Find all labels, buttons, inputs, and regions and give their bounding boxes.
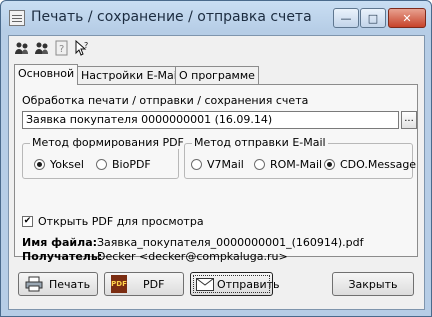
pdf-method-group: Метод формирования PDF Yoksel BioPDF (22, 136, 186, 179)
file-name-value: Заявка_покупателя_0000000001_(160914).pd… (97, 236, 364, 249)
radio-v7mail[interactable]: V7Mail (191, 158, 244, 171)
radio-biopdf-circle[interactable] (96, 159, 107, 170)
radio-biopdf[interactable]: BioPDF (96, 158, 151, 171)
pdf-method-title: Метод формирования PDF (30, 136, 186, 149)
send-button-label: Отправить (217, 277, 280, 291)
radio-rom-mail[interactable]: ROM-Mail (254, 158, 322, 171)
recipient-value: Decker <decker@compkaluga.ru> (97, 250, 288, 263)
radio-cdo-message-label: CDO.Message (340, 158, 417, 171)
pdf-button-label: PDF (143, 277, 165, 291)
tab-about[interactable]: О программе (175, 66, 259, 84)
close-button-label: Закрыть (348, 277, 398, 291)
svg-text:?: ? (84, 41, 88, 50)
print-button-label: Печать (49, 277, 91, 291)
radio-cdo-message-circle[interactable] (324, 159, 335, 170)
tab-main[interactable]: Основной (14, 64, 79, 85)
tab-email-settings[interactable]: Настройки E-Mail (77, 66, 184, 84)
svg-text:?: ? (59, 44, 64, 55)
open-pdf-label: Открыть PDF для просмотра (38, 215, 204, 228)
document-field[interactable]: Заявка покупателя 0000000001 (16.09.14) (22, 111, 399, 129)
radio-v7mail-label: V7Mail (207, 158, 244, 171)
printer-icon (25, 276, 43, 292)
envelope-icon (196, 277, 214, 291)
print-button[interactable]: Печать (18, 272, 98, 296)
open-pdf-checkbox[interactable]: ✔ Открыть PDF для просмотра (22, 215, 204, 228)
file-name-label: Имя файла: (22, 236, 98, 249)
email-method-group: Метод отправки E-Mail V7Mail ROM-Mail CD… (184, 136, 416, 179)
client-area: ? ? Основной Настройки E-Mail О программ… (8, 35, 425, 310)
close-window-button[interactable]: ✕ (388, 8, 426, 28)
open-pdf-checkmark[interactable]: ✔ (22, 216, 33, 227)
radio-cdo-message[interactable]: CDO.Message (324, 158, 416, 171)
pointer-help-icon[interactable]: ? (74, 40, 90, 56)
minimize-button[interactable]: — (333, 8, 359, 28)
users-up-icon[interactable] (14, 40, 30, 56)
help-icon[interactable]: ? (54, 40, 70, 56)
recipient-label: Получатель: (22, 250, 103, 263)
main-tab-panel: Обработка печати / отправки / сохранения… (14, 84, 418, 263)
radio-biopdf-label: BioPDF (112, 158, 151, 171)
radio-rom-mail-label: ROM-Mail (270, 158, 323, 171)
users-down-icon[interactable] (34, 40, 50, 56)
send-button[interactable]: Отправить (190, 272, 280, 296)
dialog-window: Печать / сохранение / отправка счета — □… (0, 0, 432, 317)
radio-yoksel-circle[interactable] (34, 159, 45, 170)
radio-yoksel[interactable]: Yoksel (34, 158, 84, 171)
title-bar[interactable]: Печать / сохранение / отправка счета — □… (1, 1, 431, 35)
pdf-button[interactable]: PDF PDF (104, 272, 184, 296)
radio-v7mail-circle[interactable] (191, 159, 202, 170)
section-label: Обработка печати / отправки / сохранения… (22, 94, 309, 107)
radio-yoksel-label: Yoksel (50, 158, 84, 171)
toolbar: ? ? (9, 36, 424, 62)
maximize-button[interactable]: □ (360, 8, 386, 28)
email-method-title: Метод отправки E-Mail (192, 136, 328, 149)
browse-button[interactable]: ... (401, 111, 417, 129)
close-button[interactable]: Закрыть (332, 272, 414, 296)
document-icon (9, 10, 25, 26)
radio-rom-mail-circle[interactable] (254, 159, 265, 170)
pdf-icon: PDF (111, 275, 127, 293)
pdf-icon-label: PDF (111, 275, 127, 293)
window-title: Печать / сохранение / отправка счета (31, 9, 312, 25)
